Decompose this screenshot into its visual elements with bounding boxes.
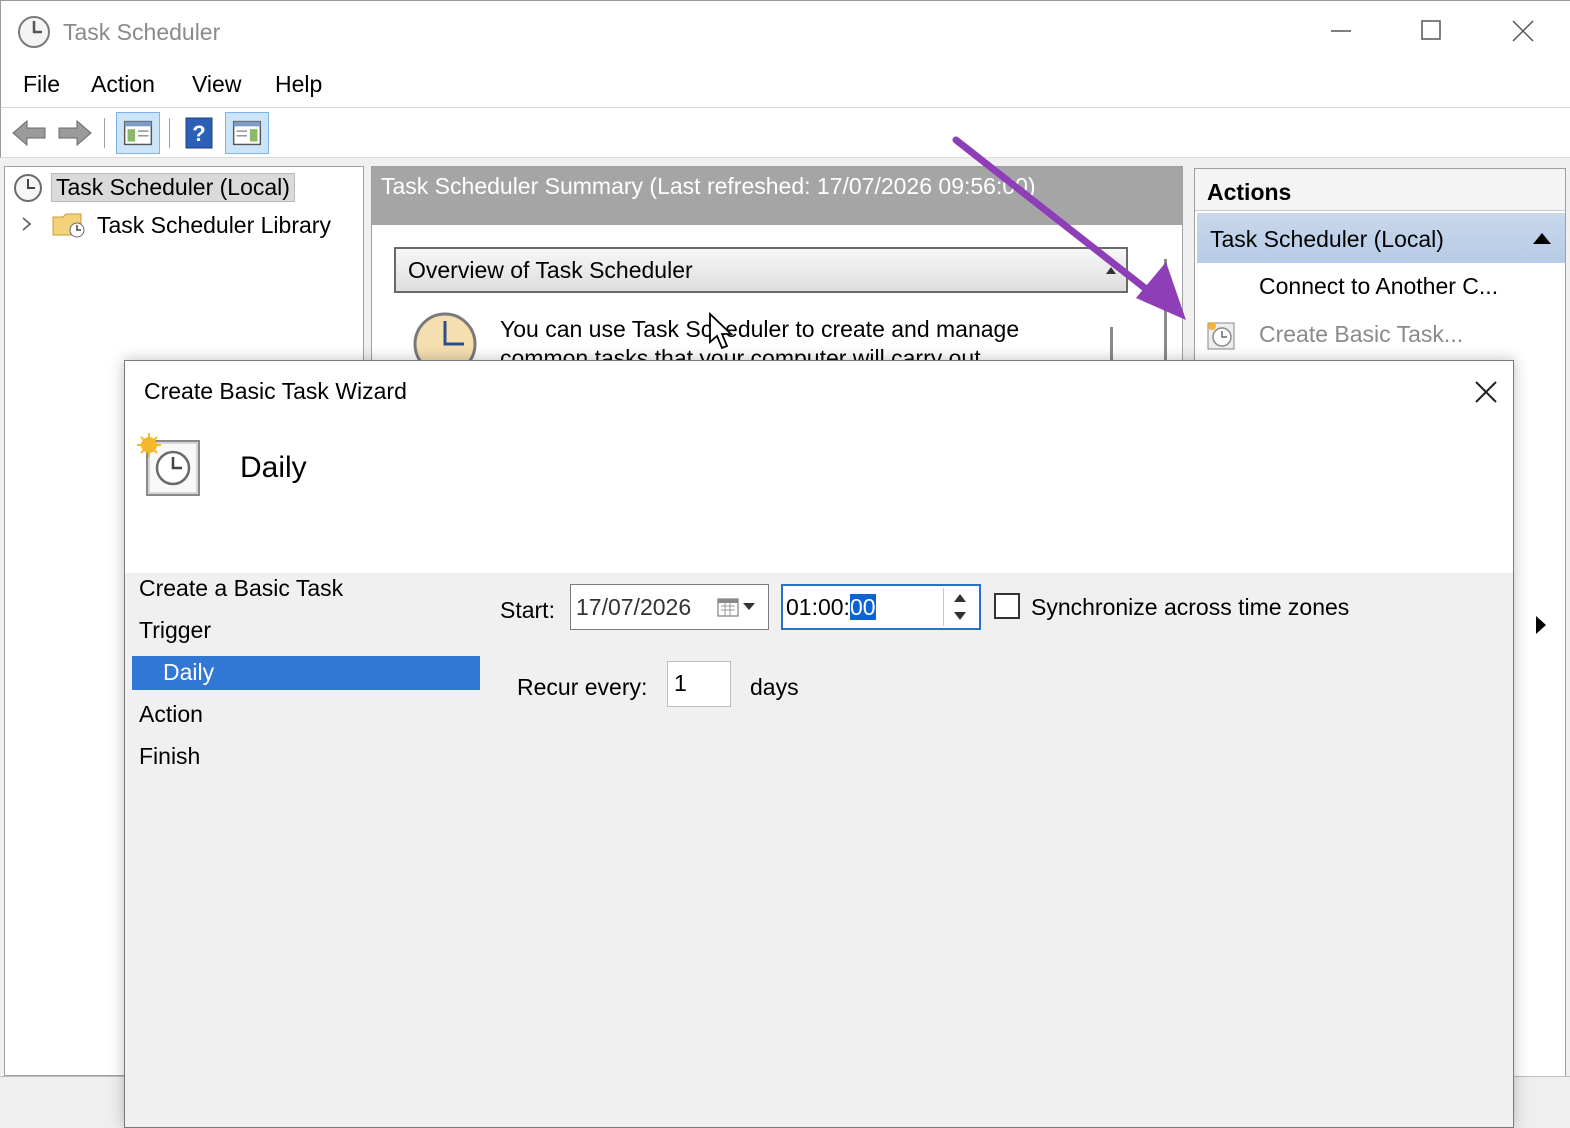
back-arrow-icon[interactable]	[7, 112, 51, 154]
actions-header: Actions	[1195, 169, 1565, 211]
menu-help[interactable]: Help	[275, 71, 322, 98]
step-label: Trigger	[139, 617, 211, 643]
tree-item-task-scheduler-library[interactable]: Task Scheduler Library	[9, 207, 349, 241]
pane-scrollbar[interactable]	[1164, 259, 1167, 371]
wizard-header: Daily	[125, 423, 1513, 573]
step-label: Daily	[163, 659, 215, 685]
step-label: Finish	[139, 743, 201, 769]
collapse-caret-icon[interactable]	[1106, 267, 1116, 274]
actions-group-title: Task Scheduler (Local)	[1210, 226, 1444, 252]
start-date-picker[interactable]: 17/07/2026	[570, 584, 769, 630]
menu-file[interactable]: File	[23, 71, 60, 98]
show-hide-console-tree-icon[interactable]	[116, 112, 160, 154]
step-label: Create a Basic Task	[139, 575, 344, 601]
synchronize-label: Synchronize across time zones	[1031, 594, 1350, 620]
window-title: Task Scheduler	[63, 19, 221, 45]
help-icon[interactable]: ?	[177, 112, 221, 154]
clock-icon	[14, 174, 42, 202]
overview-title: Overview of Task Scheduler	[408, 257, 693, 283]
overview-section-header[interactable]: Overview of Task Scheduler	[394, 247, 1128, 293]
folder-clock-icon	[52, 213, 85, 238]
minimize-button[interactable]	[1321, 13, 1361, 49]
start-label: Start:	[500, 597, 555, 623]
start-time-field[interactable]: 01:00:00	[781, 584, 981, 630]
step-finish[interactable]: Finish	[132, 741, 480, 775]
actions-title: Actions	[1207, 179, 1292, 205]
title-bar: Task Scheduler	[0, 0, 1570, 62]
close-window-button[interactable]	[1503, 13, 1543, 49]
step-trigger[interactable]: Trigger	[132, 615, 480, 649]
menu-action[interactable]: Action	[91, 71, 155, 98]
action-label: Create Basic Task...	[1259, 321, 1464, 347]
recur-every-label: Recur every:	[517, 674, 648, 700]
action-connect-to-another-computer[interactable]: Connect to Another C...	[1195, 267, 1563, 307]
menu-view[interactable]: View	[192, 71, 241, 98]
start-time-selected-seconds: 00	[849, 594, 876, 620]
action-label: Connect to Another C...	[1259, 273, 1499, 299]
wizard-title: Create Basic Task Wizard	[144, 378, 407, 404]
toolbar: ?	[0, 108, 1570, 158]
scheduled-task-icon	[137, 433, 200, 496]
create-task-icon	[1207, 322, 1235, 350]
spin-up-icon[interactable]	[954, 594, 966, 602]
maximize-button[interactable]	[1411, 13, 1451, 49]
tree-label-root: Task Scheduler (Local)	[51, 173, 295, 202]
synchronize-time-zones-checkbox[interactable]	[994, 593, 1020, 619]
create-basic-task-wizard: Create Basic Task Wizard Daily Create a …	[124, 360, 1514, 1128]
step-action[interactable]: Action	[132, 699, 480, 733]
tree-item-task-scheduler-local[interactable]: Task Scheduler (Local)	[9, 171, 299, 205]
summary-header: Task Scheduler Summary (Last refreshed: …	[372, 167, 1182, 225]
calendar-icon[interactable]	[717, 597, 739, 617]
close-icon[interactable]	[1469, 375, 1503, 409]
recur-every-input[interactable]: 1	[667, 661, 731, 707]
collapse-caret-icon[interactable]	[1533, 233, 1551, 244]
action-create-basic-task[interactable]: Create Basic Task...	[1195, 315, 1563, 355]
tree-label-library: Task Scheduler Library	[97, 212, 331, 238]
recur-every-value: 1	[674, 670, 687, 696]
step-create-a-basic-task[interactable]: Create a Basic Task	[132, 573, 480, 607]
task-scheduler-app-icon	[18, 16, 50, 48]
wizard-page-title: Daily	[240, 451, 307, 484]
submenu-arrow-icon[interactable]	[1536, 616, 1546, 634]
mouse-cursor-icon	[709, 312, 734, 350]
spin-down-icon[interactable]	[954, 612, 966, 620]
show-hide-action-pane-icon[interactable]	[225, 112, 269, 154]
chevron-right-icon[interactable]	[19, 209, 35, 239]
step-daily[interactable]: Daily	[132, 656, 480, 690]
step-label: Action	[139, 701, 203, 727]
start-date-value: 17/07/2026	[576, 594, 692, 620]
wizard-steps: Create a Basic Task Trigger Daily Action…	[125, 573, 485, 873]
time-spinner[interactable]	[943, 588, 975, 626]
summary-title: Task Scheduler Summary (Last refreshed: …	[381, 173, 1036, 199]
menu-bar: File Action View Help	[0, 62, 1570, 108]
svg-text:?: ?	[192, 121, 205, 146]
recur-unit-label: days	[750, 674, 799, 700]
forward-arrow-icon[interactable]	[53, 112, 97, 154]
chevron-down-icon[interactable]	[743, 603, 755, 610]
start-time-prefix: 01:00:	[786, 594, 850, 620]
actions-group-header[interactable]: Task Scheduler (Local)	[1197, 213, 1565, 263]
wizard-title-bar: Create Basic Task Wizard	[125, 361, 1513, 423]
